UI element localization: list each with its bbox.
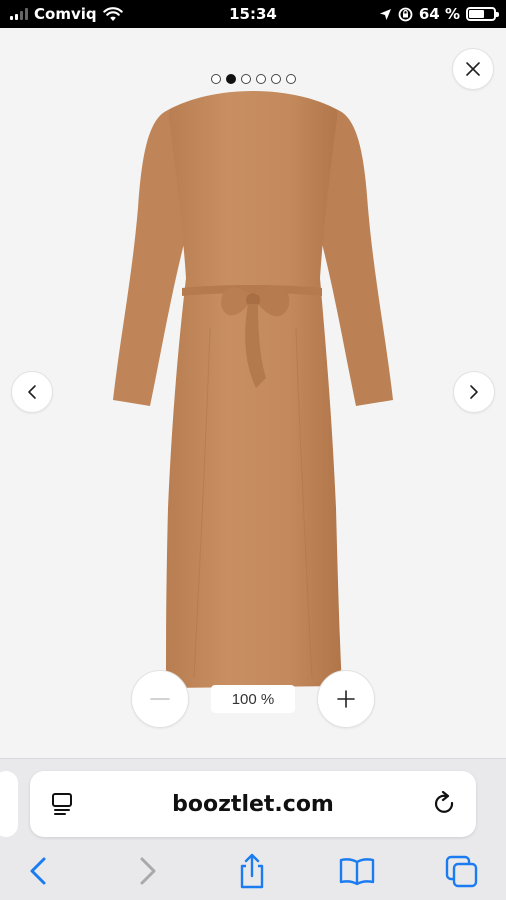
browser-toolbar <box>0 849 506 893</box>
forward-icon <box>140 857 156 885</box>
pagination-dot[interactable] <box>270 74 281 84</box>
product-image <box>113 91 393 688</box>
zoom-out-button[interactable] <box>131 670 189 728</box>
status-right: 64 % <box>379 5 499 23</box>
chevron-right-icon <box>470 385 478 399</box>
pagination-dot[interactable] <box>255 74 266 84</box>
location-arrow-icon <box>379 8 391 20</box>
forward-button[interactable] <box>126 849 170 893</box>
pagination-dot[interactable] <box>210 74 221 84</box>
minus-icon <box>150 698 170 700</box>
pagination-dot[interactable] <box>225 74 236 84</box>
back-button[interactable] <box>16 849 60 893</box>
close-icon <box>466 62 480 76</box>
tabs-button[interactable] <box>440 849 484 893</box>
dress-body <box>166 91 342 688</box>
product-image-gallery[interactable]: 100 % <box>0 28 506 758</box>
reload-icon[interactable] <box>432 791 458 817</box>
pagination-dot[interactable] <box>240 74 251 84</box>
plus-icon <box>337 690 355 708</box>
bookmarks-button[interactable] <box>335 849 379 893</box>
zoom-in-button[interactable] <box>317 670 375 728</box>
previous-image-button[interactable] <box>11 371 53 413</box>
bookmarks-icon <box>339 858 375 886</box>
battery-level <box>469 10 485 18</box>
browser-chrome: booztlet.com <box>0 758 506 900</box>
pagination-dot[interactable] <box>285 74 296 84</box>
tabs-icon <box>445 855 478 888</box>
status-bar: Comviq 15:34 64 % <box>0 0 506 28</box>
close-gallery-button[interactable] <box>452 48 494 90</box>
share-button[interactable] <box>230 849 274 893</box>
zoom-level-label: 100 % <box>211 685 295 713</box>
chevron-left-icon <box>28 385 36 399</box>
previous-tab-preview[interactable] <box>0 771 18 837</box>
next-image-button[interactable] <box>453 371 495 413</box>
battery-percent: 64 % <box>418 5 460 23</box>
rotation-lock-icon <box>398 7 413 21</box>
address-bar[interactable]: booztlet.com <box>30 771 476 837</box>
share-icon <box>240 853 264 889</box>
back-icon <box>30 857 46 885</box>
gallery-pagination[interactable] <box>0 74 506 84</box>
battery-icon <box>466 7 499 21</box>
url-label: booztlet.com <box>172 791 334 817</box>
